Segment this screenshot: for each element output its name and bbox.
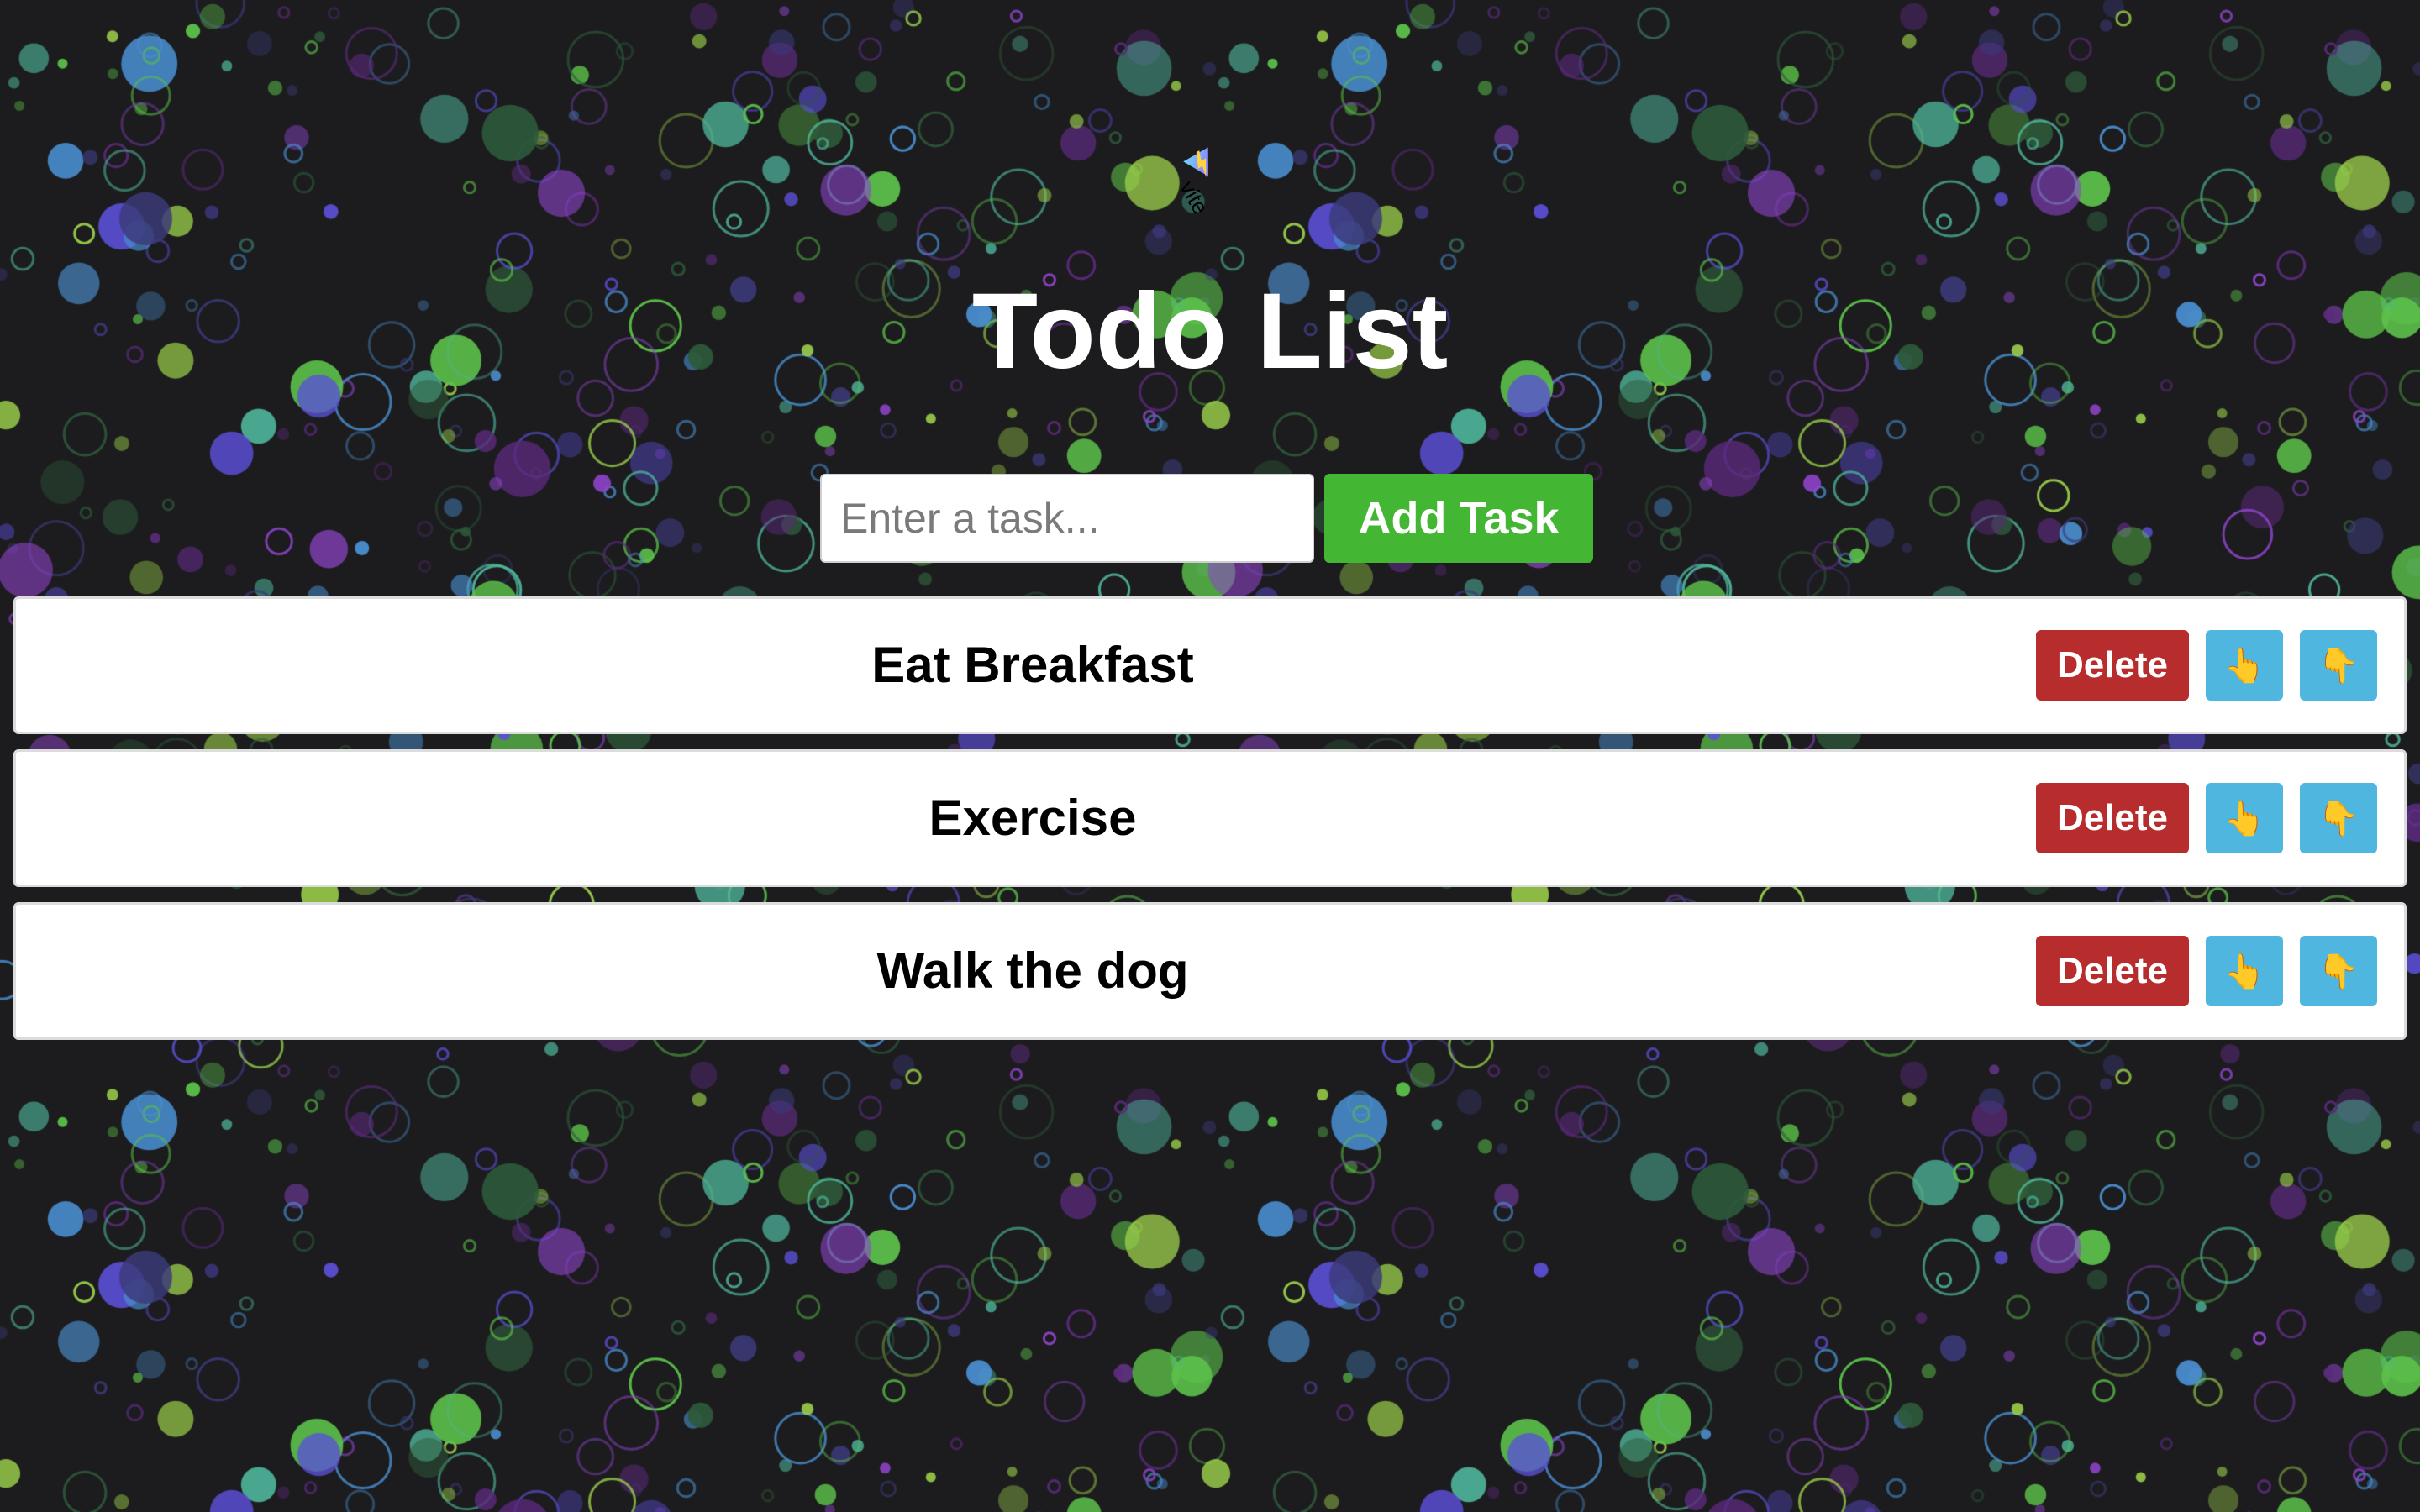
pointing-up-icon: 👆: [2223, 953, 2265, 990]
pointing-up-icon: 👆: [2223, 800, 2265, 837]
page-title: Todo List: [971, 271, 1449, 391]
task-list: Eat Breakfast Delete 👆 👇 Exercise Delete…: [13, 596, 2407, 1055]
move-up-button[interactable]: 👆: [2206, 783, 2283, 853]
pointing-up-icon: 👆: [2223, 647, 2265, 685]
add-task-button[interactable]: Add Task: [1324, 474, 1593, 563]
task-input[interactable]: [820, 474, 1314, 563]
task-text: Eat Breakfast: [871, 637, 1194, 693]
todo-app: vite Todo List Add Task Eat Breakfast De…: [0, 0, 2420, 1512]
vite-logo-icon: [1183, 147, 1208, 178]
delete-button[interactable]: Delete: [2036, 783, 2189, 853]
move-down-button[interactable]: 👇: [2300, 630, 2377, 701]
pointing-down-icon: 👇: [2317, 647, 2360, 685]
task-actions: Delete 👆 👇: [2036, 783, 2377, 853]
task-text: Exercise: [929, 790, 1137, 846]
move-down-button[interactable]: 👇: [2300, 936, 2377, 1006]
move-down-button[interactable]: 👇: [2300, 783, 2377, 853]
task-item: Exercise Delete 👆 👇: [13, 749, 2407, 887]
pointing-down-icon: 👇: [2317, 800, 2360, 837]
task-actions: Delete 👆 👇: [2036, 936, 2377, 1006]
add-task-form: Add Task: [820, 474, 1593, 563]
move-up-button[interactable]: 👆: [2206, 936, 2283, 1006]
logo-alt-text: vite: [1175, 176, 1214, 219]
move-up-button[interactable]: 👆: [2206, 630, 2283, 701]
delete-button[interactable]: Delete: [2036, 630, 2189, 701]
task-item: Eat Breakfast Delete 👆 👇: [13, 596, 2407, 734]
task-text: Walk the dog: [876, 942, 1189, 999]
pointing-down-icon: 👇: [2317, 953, 2360, 990]
task-item: Walk the dog Delete 👆 👇: [13, 902, 2407, 1040]
task-actions: Delete 👆 👇: [2036, 630, 2377, 701]
delete-button[interactable]: Delete: [2036, 936, 2189, 1006]
